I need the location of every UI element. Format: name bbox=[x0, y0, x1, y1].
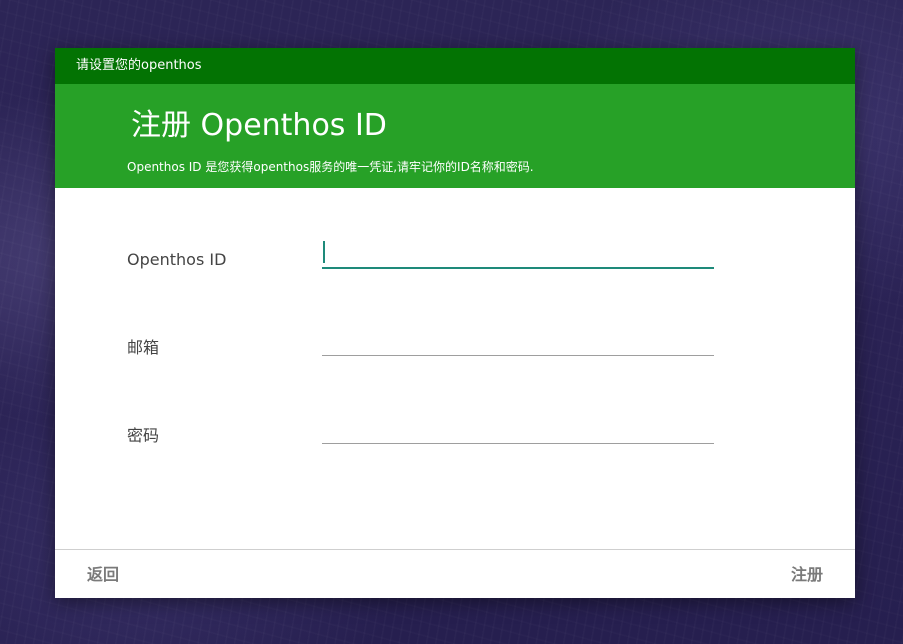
openthos-id-input[interactable] bbox=[322, 239, 714, 269]
register-button[interactable]: 注册 bbox=[791, 559, 823, 591]
dialog-title-bar: 请设置您的openthos bbox=[55, 48, 855, 84]
dialog-window-title: 请设置您的openthos bbox=[76, 58, 202, 73]
page-subtitle: Openthos ID 是您获得openthos服务的唯一凭证,请牢记你的ID名… bbox=[127, 160, 534, 174]
password-input[interactable] bbox=[322, 414, 714, 444]
dialog-header: 注册 Openthos ID Openthos ID 是您获得openthos服… bbox=[55, 84, 855, 188]
text-caret bbox=[323, 241, 325, 263]
back-button[interactable]: 返回 bbox=[87, 559, 119, 591]
register-dialog: 请设置您的openthos 注册 Openthos ID Openthos ID… bbox=[55, 48, 855, 598]
footer-divider bbox=[55, 549, 855, 550]
openthos-id-label: Openthos ID bbox=[127, 250, 227, 269]
password-label: 密码 bbox=[127, 426, 160, 445]
email-label: 邮箱 bbox=[127, 338, 160, 357]
email-input[interactable] bbox=[322, 326, 714, 356]
page-title: 注册 Openthos ID bbox=[131, 108, 387, 143]
